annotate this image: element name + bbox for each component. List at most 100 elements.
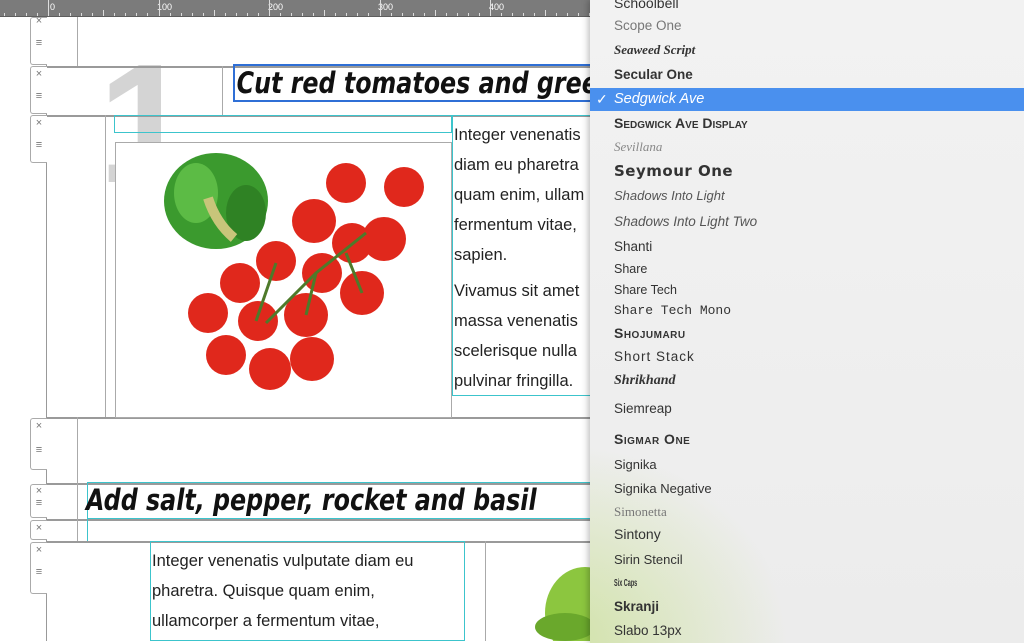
ruler-tick [390, 13, 392, 16]
layout-row[interactable] [46, 417, 606, 483]
row-handle[interactable]: × ≡ [30, 115, 47, 163]
font-option[interactable]: Sigmar One [614, 429, 690, 449]
row-handle[interactable]: × [30, 520, 47, 540]
paragraph-text-block[interactable]: Integer venenatis vulputate diam eu phar… [150, 541, 465, 641]
font-option[interactable]: Shojumaru [614, 323, 686, 343]
ruler-tick [147, 13, 149, 16]
ruler-tick [324, 10, 326, 16]
font-option[interactable]: Six Caps [614, 574, 637, 594]
ruler-tick [401, 13, 403, 16]
ruler-tick [59, 13, 61, 16]
close-icon[interactable]: × [31, 67, 47, 81]
ruler-tick [81, 13, 83, 16]
font-option[interactable]: Scope One [614, 16, 682, 36]
ruler-tick [412, 13, 414, 16]
font-option[interactable]: Shanti [614, 237, 652, 257]
empty-text-block[interactable] [114, 115, 452, 133]
font-option[interactable]: Share [614, 259, 647, 279]
row-handle[interactable]: × ≡ [30, 418, 47, 470]
ruler-tick [357, 13, 359, 16]
row-handle[interactable]: × ≡ [30, 542, 47, 594]
font-option[interactable]: Seaweed Script [614, 40, 695, 60]
drag-handle-icon[interactable]: ≡ [31, 36, 47, 50]
drag-handle-icon[interactable]: ≡ [31, 138, 47, 152]
layout-row[interactable] [46, 519, 606, 541]
drag-handle-icon[interactable]: ≡ [31, 565, 47, 579]
ruler-tick [103, 10, 105, 16]
font-option[interactable]: Schoolbell [614, 0, 679, 13]
ruler-tick [224, 13, 226, 16]
drag-handle-icon[interactable]: ≡ [31, 443, 47, 457]
ruler-tick [70, 13, 72, 16]
ruler-tick [556, 13, 558, 16]
ruler-tick [114, 13, 116, 16]
ruler-tick [379, 0, 381, 16]
ruler-tick [313, 13, 315, 16]
ruler-tick [169, 13, 171, 16]
font-option[interactable]: Signika Negative [614, 479, 712, 499]
font-option[interactable]: Seymour One [614, 161, 733, 181]
ruler-tick [456, 13, 458, 16]
close-icon[interactable]: × [31, 521, 47, 535]
row-handle[interactable]: × ≡ [30, 14, 47, 65]
ruler-tick [467, 13, 469, 16]
ruler-tick [302, 13, 304, 16]
row-handle[interactable]: × ≡ [30, 484, 47, 518]
ruler-tick [346, 13, 348, 16]
ruler-tick [291, 13, 293, 16]
ruler-tick [191, 13, 193, 16]
font-option[interactable]: Shadows Into Light Two [614, 212, 757, 232]
font-option[interactable]: Sirin Stencil [614, 550, 683, 570]
horizontal-ruler[interactable]: 0 100 200 300 400 [0, 0, 600, 17]
ruler-tick [92, 13, 94, 16]
ruler-label: 0 [50, 2, 56, 12]
close-icon[interactable]: × [31, 116, 47, 130]
font-option[interactable]: Share Tech Mono [614, 301, 731, 321]
font-option[interactable]: Signika [614, 455, 657, 475]
close-icon[interactable]: × [31, 485, 47, 497]
font-option-selected[interactable]: Sedgwick Ave [614, 89, 704, 109]
ruler-tick [578, 13, 580, 16]
font-option[interactable]: Slabo 13px [614, 621, 682, 641]
ruler-tick [246, 13, 248, 16]
drag-handle-icon[interactable]: ≡ [31, 89, 47, 103]
close-icon[interactable]: × [31, 419, 47, 433]
close-icon[interactable]: × [31, 14, 47, 28]
ruler-tick [158, 0, 160, 16]
font-option[interactable]: Short Stack [614, 347, 695, 367]
font-option[interactable]: Shrikhand [614, 371, 675, 391]
layout-row[interactable] [46, 17, 606, 66]
font-option[interactable]: Simonetta [614, 502, 667, 522]
ruler-tick [335, 13, 337, 16]
heading-cut-tomatoes[interactable]: Cut red tomatoes and green [233, 64, 613, 102]
font-option[interactable]: Shadows Into Light [614, 186, 725, 206]
ruler-tick [235, 13, 237, 16]
heading-add-salt[interactable]: Add salt, pepper, rocket and basil [86, 482, 607, 519]
font-family-dropdown-menu[interactable]: ✓ Schoolbell Scope One Seaweed Script Se… [590, 0, 1024, 643]
font-option[interactable]: Sintony [614, 524, 661, 544]
ruler-tick [48, 0, 49, 16]
tomatoes-pepper-image[interactable] [115, 142, 452, 418]
close-icon[interactable]: × [31, 543, 47, 557]
ruler-label: 200 [268, 2, 284, 12]
font-option[interactable]: Share Tech [614, 280, 677, 300]
ruler-tick [269, 0, 270, 16]
ruler-tick [25, 13, 27, 16]
ruler-tick [490, 0, 491, 16]
paragraph-text-block[interactable]: Integer venenatis diam eu pharetra quam … [452, 115, 602, 396]
ruler-tick [202, 13, 204, 16]
font-option[interactable]: Secular One [614, 65, 693, 85]
font-option[interactable]: Siemreap [614, 399, 672, 419]
ruler-tick [125, 13, 127, 16]
page-canvas: 1 Cut red tomatoes and green Integer ven… [0, 17, 613, 643]
ruler-tick [567, 13, 569, 16]
ruler-tick [512, 13, 514, 16]
tomatoes-image-graphic [164, 153, 424, 390]
font-option[interactable]: Skranji [614, 597, 659, 617]
drag-handle-icon[interactable]: ≡ [31, 497, 47, 509]
ruler-label: 400 [489, 2, 505, 12]
row-handle[interactable]: × ≡ [30, 66, 47, 114]
font-option[interactable]: Sevillana [614, 137, 662, 157]
font-option[interactable]: Sedgwick Ave Display [614, 113, 748, 133]
ruler-tick [257, 13, 259, 16]
